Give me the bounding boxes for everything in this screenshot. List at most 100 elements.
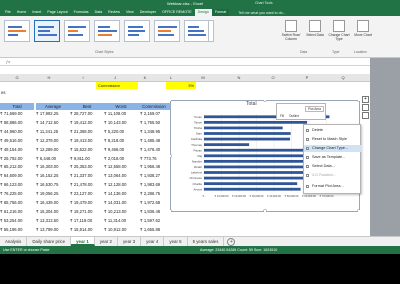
- table-row[interactable]: ₹ 64,609.00 ₹ 16,152.25 ₹ 21,337.00 ₹ 13,06…: [0, 173, 170, 181]
- column-header[interactable]: O: [268, 75, 278, 80]
- column-header[interactable]: Q: [338, 75, 348, 80]
- chart-bar[interactable]: [204, 143, 250, 147]
- chart-bar[interactable]: [204, 171, 320, 174]
- table-row[interactable]: ₹ 66,123.00 ₹ 16,530.75 ₹ 21,478.00 ₹ 12,12…: [0, 182, 170, 190]
- table-cell[interactable]: ₹ 65,756.00: [0, 200, 22, 205]
- column-header[interactable]: M: [198, 75, 208, 80]
- chart-style-thumb-2[interactable]: [34, 20, 60, 42]
- chart-bar[interactable]: [204, 148, 319, 152]
- chart-bar[interactable]: [204, 187, 301, 191]
- table-cell[interactable]: ₹ 12,379.00: [36, 138, 58, 143]
- table-cell[interactable]: ₹ 19,056.25: [36, 191, 58, 196]
- menu-item-save-template[interactable]: Save as Template...: [304, 154, 362, 161]
- table-cell[interactable]: ₹ 10,213.00: [104, 209, 126, 214]
- formula-bar[interactable]: ƒx: [0, 58, 400, 66]
- table-cell[interactable]: ₹ 1,956.48: [140, 164, 160, 169]
- header-total[interactable]: Total: [0, 103, 34, 110]
- tab-office-remote[interactable]: OFFICE REMOTE: [159, 9, 195, 16]
- commission-label[interactable]: Commission: [96, 82, 138, 89]
- chart-element-dropdown[interactable]: Plot Area: [305, 106, 324, 112]
- table-cell[interactable]: ₹ 49,516.00: [0, 138, 22, 143]
- sheet-tab-year-1[interactable]: year 1: [71, 237, 95, 246]
- table-row[interactable]: ₹ 76,225.00 ₹ 19,056.25 ₹ 23,127.00 ₹ 14,13…: [0, 191, 170, 199]
- table-cell[interactable]: ₹ 53,254.00: [0, 218, 22, 223]
- column-header[interactable]: G: [12, 75, 22, 80]
- table-cell[interactable]: ₹ 15,914.00: [70, 227, 92, 232]
- table-cell[interactable]: ₹ 21,478.00: [70, 182, 92, 187]
- table-cell[interactable]: ₹ 9,811.00: [70, 156, 90, 161]
- table-cell[interactable]: ₹ 1,476.40: [140, 147, 160, 152]
- table-cell[interactable]: ₹ 6,448.00: [36, 156, 56, 161]
- chart-bar[interactable]: [204, 176, 312, 180]
- table-row[interactable]: ₹ 25,792.00 ₹ 6,448.00 ₹ 9,811.00 ₹ 2,018.0…: [0, 156, 170, 164]
- change-chart-type-button[interactable]: Change Chart Type: [328, 20, 350, 48]
- table-cell[interactable]: ₹ 16,439.00: [36, 200, 58, 205]
- table-cell[interactable]: ₹ 11,108.00: [104, 111, 126, 116]
- move-chart-button[interactable]: Move Chart: [352, 20, 374, 48]
- column-header[interactable]: L: [166, 75, 176, 80]
- table-cell[interactable]: ₹ 12,128.00: [104, 182, 126, 187]
- outline-label[interactable]: Outline: [289, 114, 299, 118]
- add-sheet-icon[interactable]: +: [227, 237, 236, 246]
- menu-item-change-chart-type[interactable]: Change Chart Type...: [304, 145, 362, 152]
- table-row[interactable]: ₹ 44,960.00 ₹ 11,241.25 ₹ 21,368.00 ₹ 5,220…: [0, 129, 170, 137]
- chart-bar[interactable]: [204, 132, 291, 135]
- table-cell[interactable]: ₹ 5,220.00: [104, 129, 124, 134]
- table-cell[interactable]: ₹ 44,960.00: [0, 129, 22, 134]
- table-cell[interactable]: ₹ 1,938.27: [140, 173, 160, 178]
- table-cell[interactable]: ₹ 19,412.00: [70, 120, 92, 125]
- chart-filters-icon[interactable]: [362, 112, 369, 119]
- table-cell[interactable]: ₹ 13,064.00: [104, 173, 126, 178]
- table-cell[interactable]: ₹ 76,225.00: [0, 191, 22, 196]
- menu-item-format-plot-area[interactable]: Format Plot Area...: [304, 183, 362, 190]
- table-cell[interactable]: ₹ 17,992.25: [36, 111, 58, 116]
- tab-view[interactable]: View: [123, 9, 137, 16]
- chart-bar[interactable]: [204, 182, 298, 186]
- table-cell[interactable]: ₹ 19,479.00: [70, 200, 92, 205]
- chart-styles-brush-icon[interactable]: [362, 104, 369, 111]
- header-worst[interactable]: Worst: [104, 103, 138, 110]
- tab-home[interactable]: Home: [14, 9, 30, 16]
- table-cell[interactable]: ₹ 2,159.07: [140, 111, 160, 116]
- header-average[interactable]: Average: [36, 103, 70, 110]
- table-row[interactable]: ₹ 49,154.00 ₹ 12,289.00 ₹ 15,522.00 ₹ 9,466…: [0, 147, 170, 155]
- column-header[interactable]: I: [78, 75, 88, 80]
- column-header[interactable]: J: [110, 75, 120, 80]
- table-cell[interactable]: ₹ 16,530.75: [36, 182, 58, 187]
- table-cell[interactable]: ₹ 1,655.88: [140, 227, 160, 232]
- resize-handle[interactable]: [170, 209, 172, 212]
- table-cell[interactable]: ₹ 1,485.48: [140, 138, 160, 143]
- table-cell[interactable]: ₹ 25,792.00: [0, 156, 22, 161]
- table-row[interactable]: ₹ 55,196.00 ₹ 13,799.00 ₹ 15,914.00 ₹ 10,91…: [0, 227, 170, 235]
- table-row[interactable]: ₹ 61,216.00 ₹ 15,304.00 ₹ 19,271.00 ₹ 10,21…: [0, 209, 170, 217]
- table-cell[interactable]: ₹ 71,669.00: [0, 111, 22, 116]
- menu-item-delete[interactable]: Delete: [304, 127, 362, 134]
- table-cell[interactable]: ₹ 1,348.95: [140, 129, 160, 134]
- table-cell[interactable]: ₹ 14,136.00: [104, 191, 126, 196]
- chart-bar[interactable]: [204, 137, 291, 141]
- sheet-tab-daily-share-price[interactable]: Daily share price: [27, 237, 72, 246]
- table-cell[interactable]: ₹ 1,597.62: [140, 218, 160, 223]
- table-cell[interactable]: ₹ 773.76: [140, 156, 157, 161]
- table-cell[interactable]: ₹ 55,196.00: [0, 227, 22, 232]
- table-row[interactable]: ₹ 65,756.00 ₹ 16,439.00 ₹ 19,479.00 ₹ 14,03…: [0, 200, 170, 208]
- table-cell[interactable]: ₹ 1,765.50: [140, 120, 160, 125]
- table-cell[interactable]: ₹ 15,304.00: [36, 209, 58, 214]
- table-cell[interactable]: ₹ 2,018.00: [104, 156, 124, 161]
- tab-review[interactable]: Review: [105, 9, 123, 16]
- table-cell[interactable]: ₹ 66,123.00: [0, 182, 22, 187]
- tab-design[interactable]: Design: [194, 9, 212, 16]
- chart-style-thumb-7[interactable]: [184, 20, 210, 42]
- chart-elements-plus-icon[interactable]: +: [362, 96, 369, 103]
- table-cell[interactable]: ₹ 13,799.00: [36, 227, 58, 232]
- table-cell[interactable]: ₹ 12,289.00: [36, 147, 58, 152]
- table-cell[interactable]: ₹ 64,609.00: [0, 173, 22, 178]
- table-cell[interactable]: ₹ 11,241.25: [36, 129, 58, 134]
- table-cell[interactable]: ₹ 1,983.69: [140, 182, 160, 187]
- sheet-tab-year-2[interactable]: year 2: [95, 237, 118, 246]
- resize-handle[interactable]: [263, 100, 267, 102]
- table-cell[interactable]: ₹ 2,286.75: [140, 191, 160, 196]
- resize-handle[interactable]: [357, 209, 360, 212]
- switch-row-column-button[interactable]: Switch Row/ Column: [280, 20, 302, 48]
- table-cell[interactable]: ₹ 9,466.00: [104, 147, 124, 152]
